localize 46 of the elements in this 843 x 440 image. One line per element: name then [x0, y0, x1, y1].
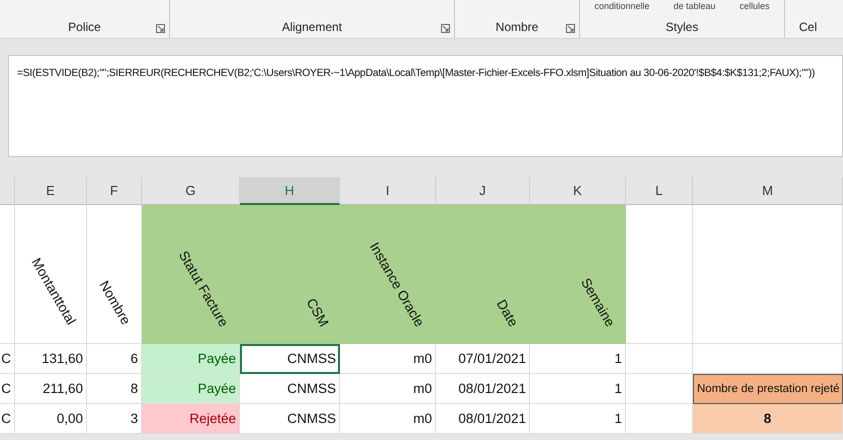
table-cell[interactable]: CNMSS	[240, 374, 340, 404]
table-cell[interactable]	[626, 344, 693, 374]
table-cell[interactable]: m0	[340, 374, 436, 404]
table-cell[interactable]: 08/01/2021	[436, 404, 530, 434]
column-header[interactable]: F	[87, 177, 142, 205]
column-header[interactable]: M	[693, 177, 843, 205]
ribbon-command-label[interactable]: cellules	[740, 2, 770, 11]
column-header[interactable]: L	[626, 177, 693, 205]
column-header[interactable]: G	[142, 177, 240, 205]
ribbon-group-label: Cel	[799, 20, 818, 34]
table-cell[interactable]: C	[0, 344, 15, 374]
ribbon-group-label: Styles	[666, 20, 698, 34]
table-cell[interactable]: 07/01/2021	[436, 344, 530, 374]
table-cell[interactable]: 211,60	[15, 374, 87, 404]
summary-cell[interactable]: 8	[693, 404, 843, 434]
table-cell[interactable]: m0	[340, 344, 436, 374]
ribbon-command-label[interactable]: conditionnelle	[594, 2, 650, 11]
table-cell[interactable]: 1	[530, 344, 626, 374]
ribbon-group-label: Police	[68, 20, 101, 34]
column-header[interactable]: K	[530, 177, 626, 205]
table-cell[interactable]: 08/01/2021	[436, 374, 530, 404]
ribbon-group-label: Alignement	[282, 20, 342, 34]
selected-cell[interactable]: CNMSS	[240, 344, 340, 374]
status-cell[interactable]: Rejetée	[142, 404, 240, 434]
table-cell[interactable]: 131,60	[15, 344, 87, 374]
column-header[interactable]: E	[15, 177, 87, 205]
table-cell[interactable]: 0,00	[15, 404, 87, 434]
table-cell[interactable]: 1	[530, 404, 626, 434]
table-cell[interactable]: CNMSS	[240, 404, 340, 434]
status-cell[interactable]: Payée	[142, 344, 240, 374]
column-header[interactable]: H	[240, 177, 340, 205]
dialog-launcher-icon[interactable]	[441, 24, 450, 33]
table-cell[interactable]: C	[0, 404, 15, 434]
column-header[interactable]: I	[340, 177, 436, 205]
dialog-launcher-icon[interactable]	[566, 24, 575, 33]
table-cell[interactable]: C	[0, 374, 15, 404]
summary-cell[interactable]: Nombre de prestation rejeté	[693, 374, 843, 404]
table-cell[interactable]: 1	[530, 374, 626, 404]
dialog-launcher-icon[interactable]	[156, 24, 165, 33]
ribbon-command-label[interactable]: de tableau	[673, 2, 716, 11]
status-cell[interactable]: Payée	[142, 374, 240, 404]
ribbon-group-label: Nombre	[496, 20, 538, 34]
table-cell[interactable]: m0	[340, 404, 436, 434]
formula-bar[interactable]: =SI(ESTVIDE(B2);"";SIERREUR(RECHERCHEV(B2;'C:\Users\ROYER-~1\AppData\Local\Temp\[Master-Fichier-Excels-FFO.xlsm]Situation au 30-06-2020'!$B$4:$K$131;2;FAUX);""))	[8, 55, 843, 157]
column-header[interactable]	[0, 177, 15, 205]
column-header[interactable]: J	[436, 177, 530, 205]
